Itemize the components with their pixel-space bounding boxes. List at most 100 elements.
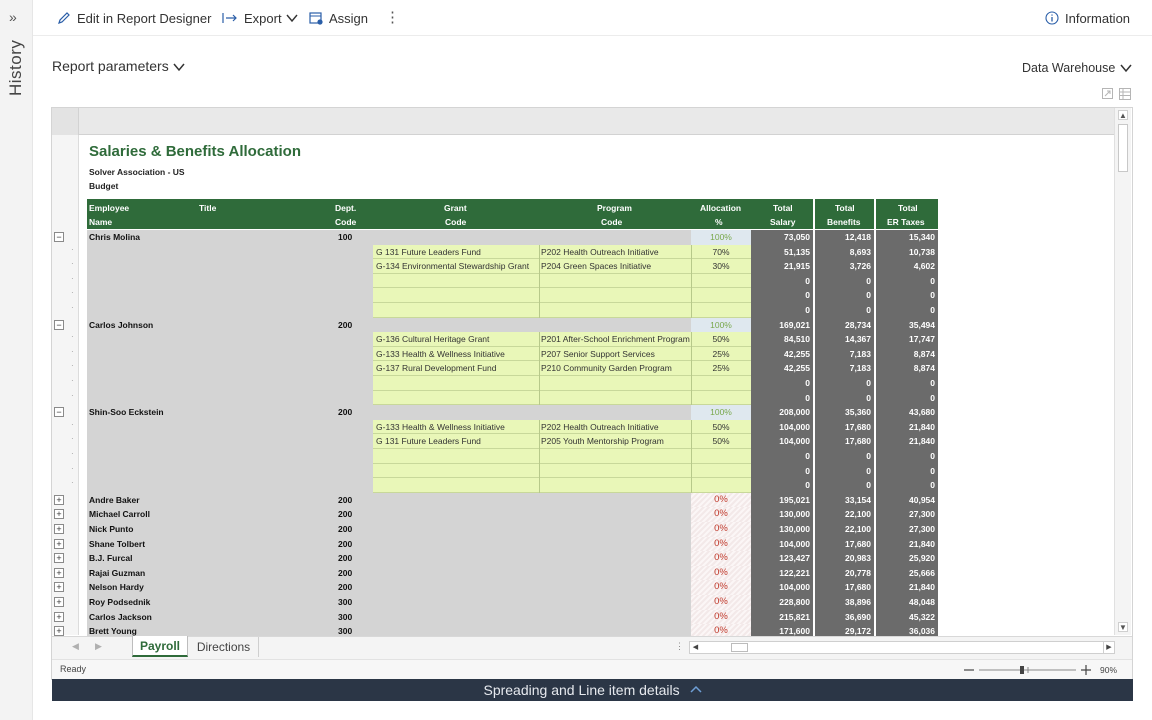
dept-code-cell: 200 — [338, 407, 353, 418]
sheet-corner[interactable] — [52, 108, 79, 135]
expand-row-icon[interactable]: + — [54, 567, 64, 578]
grant-code-cell[interactable]: G-133 Health & Wellness Initiative — [376, 349, 538, 359]
header-salary: Total Salary — [751, 199, 813, 229]
scroll-right-icon[interactable]: ▶ — [1103, 642, 1114, 653]
allocation-missing-cell: 0% — [714, 625, 728, 636]
edit-in-report-designer-button[interactable]: Edit in Report Designer — [57, 9, 211, 27]
allocation-total-cell: 100% — [710, 232, 732, 242]
total-salary-cell: 123,427 — [779, 553, 810, 564]
status-bar: Ready 90% — [52, 659, 1132, 679]
zoom-level: 90% — [1100, 665, 1118, 675]
total-benefits-cell: 0 — [866, 451, 871, 461]
scroll-down-icon[interactable]: ▼ — [1118, 622, 1128, 632]
tab-directions[interactable]: Directions — [189, 637, 259, 657]
detail-col-line — [691, 303, 692, 318]
grant-code-cell[interactable]: G 131 Future Leaders Fund — [376, 247, 538, 257]
total-salary-cell: 0 — [805, 480, 810, 491]
total-benefits-cell: 35,360 — [845, 407, 871, 418]
total-salary-cell: 169,021 — [779, 319, 810, 330]
total-taxes-cell: 0 — [930, 275, 935, 286]
chevron-down-icon — [286, 14, 298, 23]
information-button[interactable]: Information — [1045, 9, 1130, 27]
allocation-missing-cell: 0% — [714, 493, 728, 505]
allocation-cell[interactable]: 30% — [691, 261, 751, 271]
grant-code-cell[interactable]: G-134 Environmental Stewardship Grant — [376, 261, 538, 271]
program-code-cell[interactable]: P207 Senior Support Services — [541, 349, 691, 359]
assign-button[interactable]: Assign — [309, 9, 368, 27]
collapse-row-icon[interactable]: − — [54, 407, 64, 418]
outline-dot-icon: · — [71, 288, 74, 298]
collapse-row-icon[interactable]: − — [54, 232, 64, 242]
total-benefits-cell: 14,367 — [845, 334, 871, 345]
more-vertical-icon[interactable]: ⋮ — [385, 8, 400, 26]
detail-row-fill — [373, 273, 751, 289]
expand-row-icon[interactable]: + — [54, 509, 64, 520]
allocation-cell[interactable]: 70% — [691, 247, 751, 257]
allocation-cell[interactable]: 25% — [691, 363, 751, 373]
expand-row-icon[interactable]: + — [54, 582, 64, 593]
grant-code-cell[interactable]: G-133 Health & Wellness Initiative — [376, 422, 538, 432]
total-taxes-cell: 21,840 — [909, 538, 935, 549]
expand-row-icon[interactable]: + — [54, 597, 64, 607]
outline-dot-icon: · — [71, 376, 74, 385]
expand-row-icon[interactable]: + — [54, 626, 64, 637]
vertical-scroll-thumb[interactable] — [1118, 124, 1128, 172]
expand-row-icon[interactable]: + — [54, 553, 64, 564]
total-salary-cell: 104,000 — [779, 538, 810, 549]
program-code-cell[interactable]: P204 Green Spaces Initiative — [541, 261, 691, 271]
edit-button-label: Edit in Report Designer — [77, 10, 212, 26]
allocation-cell[interactable]: 50% — [691, 334, 751, 344]
grant-code-cell[interactable]: G 131 Future Leaders Fund — [376, 436, 538, 446]
total-taxes-cell: 10,738 — [909, 246, 935, 257]
total-taxes-cell: 0 — [930, 392, 935, 403]
tab-payroll[interactable]: Payroll — [132, 636, 188, 657]
horizontal-scroll-thumb[interactable] — [731, 643, 748, 652]
expand-row-icon[interactable]: + — [54, 524, 64, 534]
double-chevron-right-icon[interactable]: » — [9, 9, 17, 25]
information-label: Information — [1065, 10, 1131, 26]
dept-code-cell: 200 — [338, 509, 353, 520]
allocation-cell[interactable]: 50% — [691, 422, 751, 432]
tab-prev-icon[interactable]: ◀ — [72, 641, 79, 652]
collapse-row-icon[interactable]: − — [54, 319, 64, 330]
program-code-cell[interactable]: P201 After-School Enrichment Program — [541, 334, 691, 344]
tab-splitter-icon[interactable]: ⋮ — [675, 641, 684, 652]
scroll-left-icon[interactable]: ◀ — [690, 642, 701, 653]
vertical-scrollbar[interactable]: ▲ ▼ — [1114, 108, 1131, 635]
grant-code-cell[interactable]: G-137 Rural Development Fund — [376, 363, 538, 373]
total-benefits-cell: 17,680 — [845, 436, 871, 447]
drawer-label: Spreading and Line item details — [483, 682, 680, 698]
program-code-cell[interactable]: P210 Community Garden Program — [541, 363, 691, 373]
program-code-cell[interactable]: P202 Health Outreach Initiative — [541, 422, 691, 432]
scroll-up-icon[interactable]: ▲ — [1118, 110, 1128, 120]
total-benefits-cell: 36,690 — [845, 611, 871, 622]
dept-code-cell: 200 — [338, 567, 353, 578]
allocation-cell[interactable]: 50% — [691, 436, 751, 446]
program-code-cell[interactable]: P205 Youth Mentorship Program — [541, 436, 691, 446]
expand-row-icon[interactable]: + — [54, 538, 64, 549]
report-parameters-toggle[interactable]: Report parameters — [52, 58, 185, 74]
tab-next-icon[interactable]: ▶ — [95, 641, 102, 652]
total-benefits-cell: 3,726 — [849, 261, 871, 272]
horizontal-scrollbar[interactable]: ◀ ▶ — [689, 641, 1115, 654]
expand-row-icon[interactable]: + — [54, 611, 64, 622]
allocation-cell[interactable]: 25% — [691, 349, 751, 359]
export-button[interactable]: Export — [222, 9, 304, 27]
total-benefits-cell: 0 — [866, 275, 871, 286]
total-benefits-cell: 8,693 — [849, 246, 871, 257]
allocation-missing-cell: 0% — [714, 566, 728, 578]
grid-view-icon[interactable] — [1119, 88, 1131, 100]
expand-row-icon[interactable]: + — [54, 494, 64, 505]
dept-code-cell: 300 — [338, 597, 353, 607]
detail-col-line — [539, 273, 540, 289]
history-label[interactable]: History — [6, 40, 26, 96]
grant-code-cell[interactable]: G-136 Cultural Heritage Grant — [376, 334, 538, 344]
data-source-dropdown[interactable]: Data Warehouse — [1022, 61, 1132, 75]
zoom-slider[interactable] — [964, 662, 1094, 678]
popout-icon[interactable] — [1102, 88, 1113, 99]
spreading-details-drawer[interactable]: Spreading and Line item details — [52, 679, 1133, 701]
header-dept-2: Code — [335, 217, 357, 227]
total-taxes-cell: 0 — [930, 451, 935, 461]
program-code-cell[interactable]: P202 Health Outreach Initiative — [541, 247, 691, 257]
report-grid: Salaries & Benefits Allocation Solver As… — [80, 136, 1114, 636]
